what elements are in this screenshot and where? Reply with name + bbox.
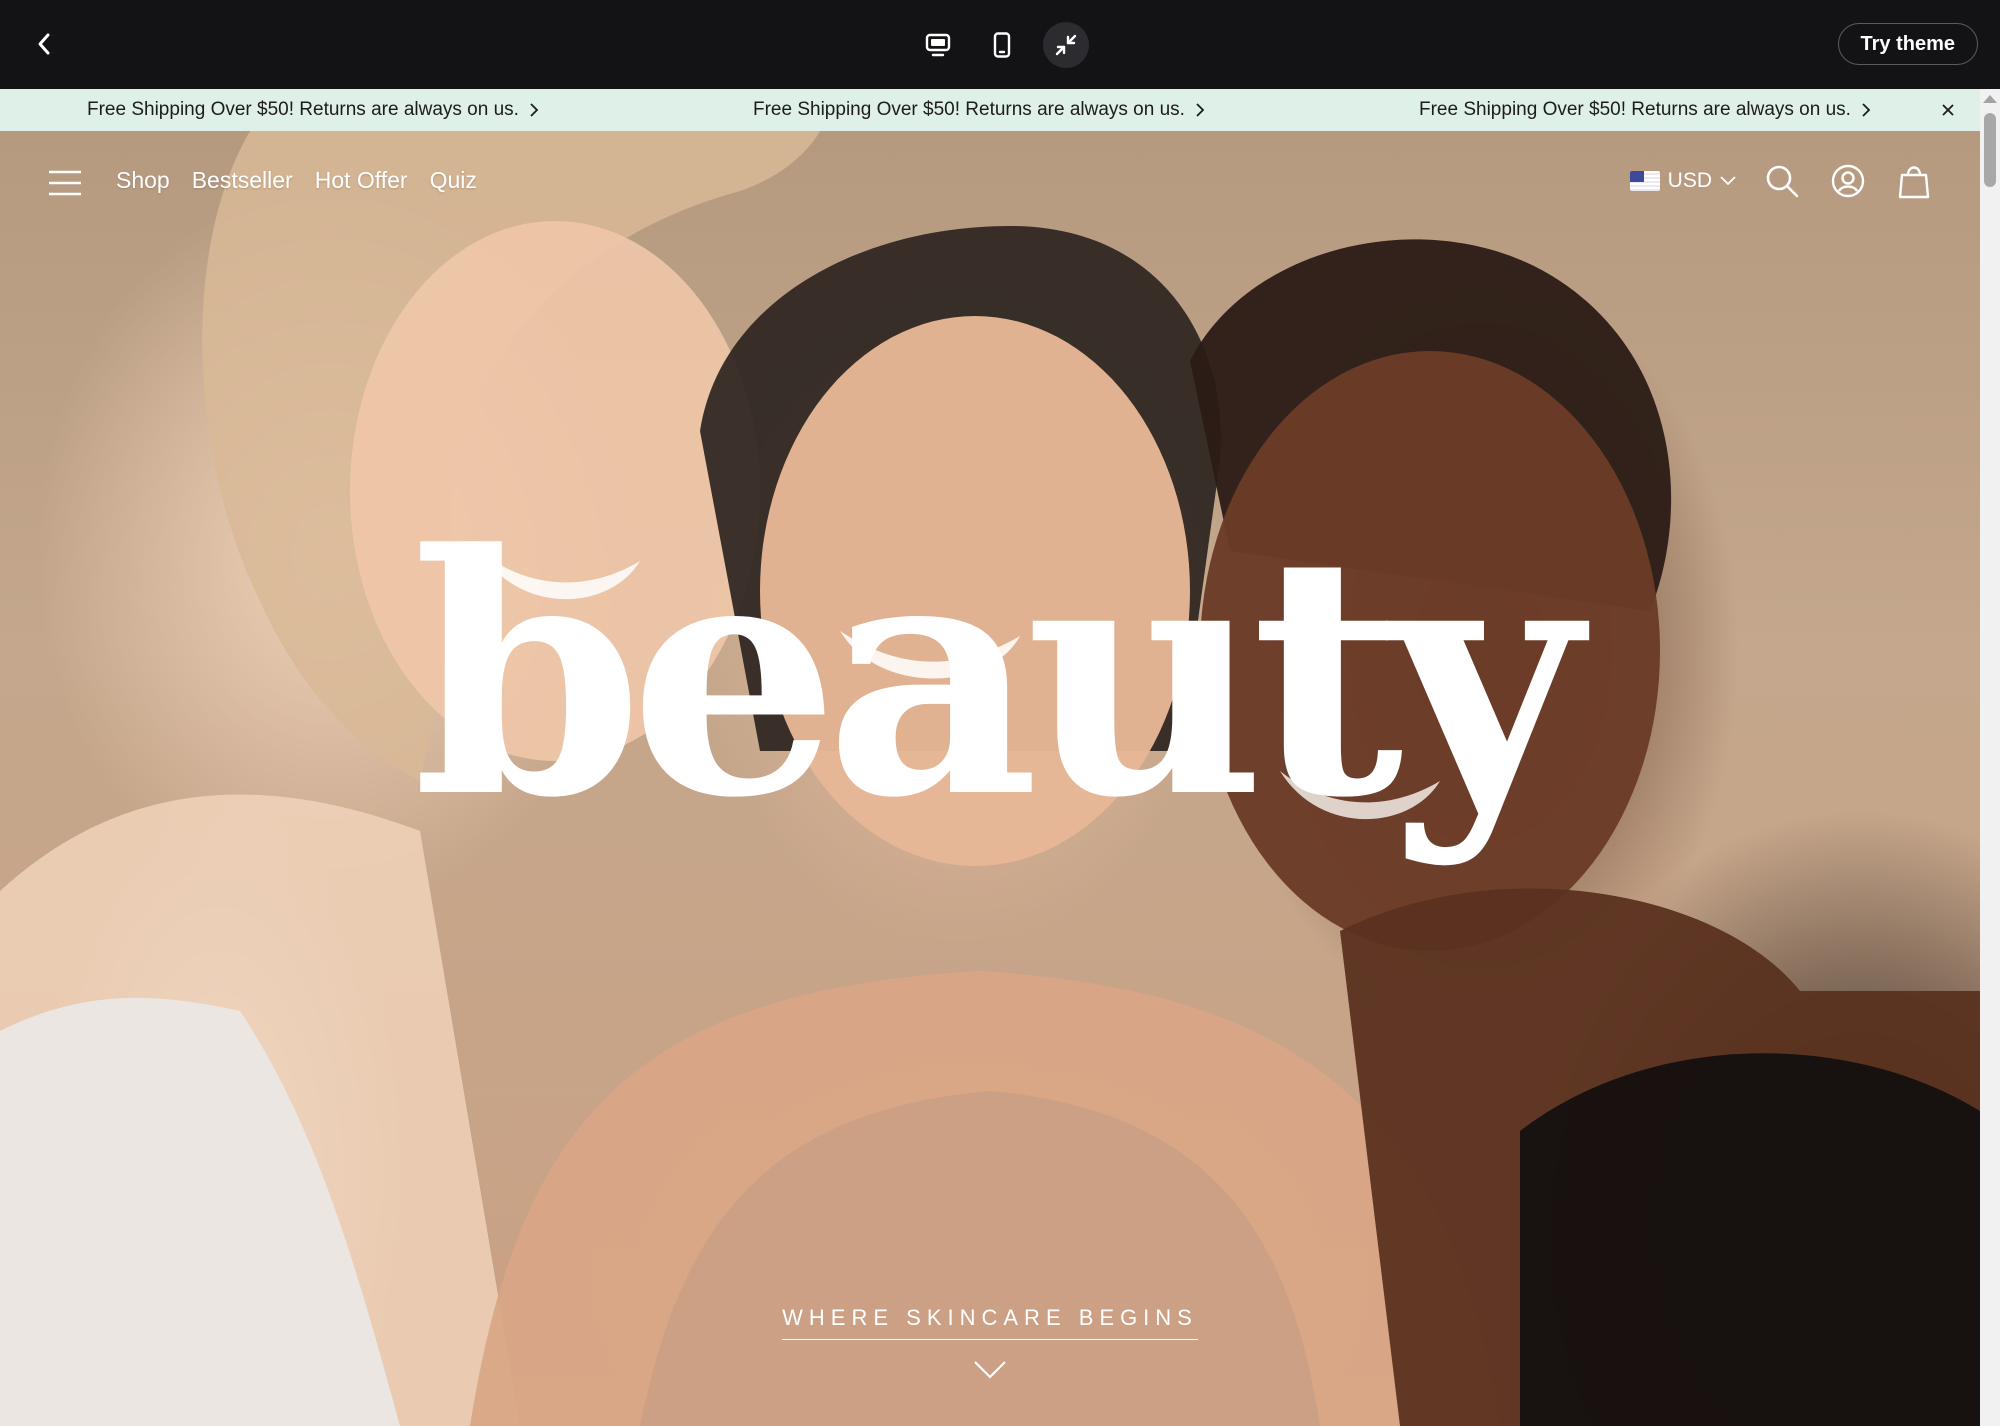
chevron-right-icon <box>530 103 539 117</box>
scroll-thumb[interactable] <box>1984 113 1996 187</box>
bag-icon <box>1898 166 1930 199</box>
currency-selector[interactable]: USD <box>1629 169 1736 193</box>
account-icon <box>1831 164 1865 198</box>
chevron-left-icon <box>38 33 50 55</box>
collapse-icon <box>1055 34 1077 56</box>
currency-label: USD <box>1667 169 1712 192</box>
announcement-link[interactable]: Free Shipping Over $50! Returns are alwa… <box>87 89 539 131</box>
header-actions: USD <box>1629 161 1934 201</box>
try-theme-button[interactable]: Try theme <box>1837 23 1978 65</box>
close-icon <box>1942 104 1954 116</box>
search-button[interactable] <box>1762 161 1802 201</box>
nav-link-quiz[interactable]: Quiz <box>430 167 477 194</box>
menu-button[interactable] <box>48 168 82 198</box>
scroll-up-arrow[interactable] <box>1983 95 1997 103</box>
announcement-bar: Free Shipping Over $50! Returns are alwa… <box>0 89 1980 131</box>
announcement-text: Free Shipping Over $50! Returns are alwa… <box>1419 99 1851 120</box>
main-nav: Shop Bestseller Hot Offer Quiz <box>116 167 477 194</box>
desktop-icon <box>925 33 951 57</box>
chevron-down-icon[interactable] <box>973 1360 1007 1380</box>
device-switcher <box>915 22 1089 68</box>
hamburger-menu-icon <box>49 170 81 196</box>
us-flag-icon <box>1629 171 1660 191</box>
hero-headline: beauty <box>412 482 1582 870</box>
chevron-right-icon <box>1862 103 1871 117</box>
site-header: Shop Bestseller Hot Offer Quiz USD <box>0 131 1980 231</box>
account-button[interactable] <box>1828 161 1868 201</box>
desktop-view-button[interactable] <box>915 22 961 68</box>
mobile-view-button[interactable] <box>979 22 1025 68</box>
mobile-icon <box>993 32 1011 58</box>
page-scrollbar[interactable] <box>1980 89 2000 1426</box>
chevron-right-icon <box>1196 103 1205 117</box>
hero-cta-link[interactable]: WHERE SKINCARE BEGINS <box>782 1305 1198 1340</box>
announcement-text: Free Shipping Over $50! Returns are alwa… <box>753 99 1185 120</box>
nav-link-shop[interactable]: Shop <box>116 167 170 194</box>
back-button[interactable] <box>24 24 64 64</box>
preview-toolbar: Try theme <box>0 0 2000 89</box>
hero-cta: WHERE SKINCARE BEGINS <box>0 1305 1980 1380</box>
fullscreen-collapse-button[interactable] <box>1043 22 1089 68</box>
nav-link-hot-offer[interactable]: Hot Offer <box>315 167 408 194</box>
chevron-down-icon <box>1720 176 1736 186</box>
announcement-link[interactable]: Free Shipping Over $50! Returns are alwa… <box>753 89 1205 131</box>
hero-section: Shop Bestseller Hot Offer Quiz USD beaut… <box>0 131 1980 1426</box>
announcement-close-button[interactable] <box>1938 100 1958 120</box>
announcement-link[interactable]: Free Shipping Over $50! Returns are alwa… <box>1419 89 1871 131</box>
search-icon <box>1766 165 1799 198</box>
announcement-text: Free Shipping Over $50! Returns are alwa… <box>87 99 519 120</box>
nav-link-bestseller[interactable]: Bestseller <box>192 167 293 194</box>
cart-button[interactable] <box>1894 161 1934 201</box>
